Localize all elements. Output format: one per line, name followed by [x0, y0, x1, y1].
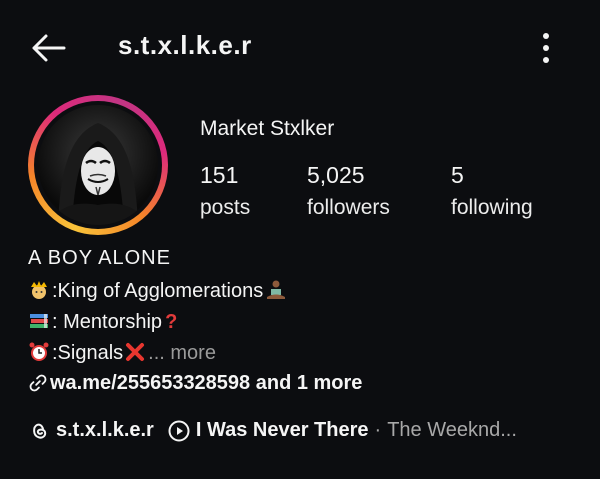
books-emoji-icon — [30, 314, 48, 328]
threads-icon[interactable] — [28, 420, 50, 442]
more-options-icon[interactable] — [532, 30, 560, 66]
posts-count[interactable]: 151 — [200, 162, 238, 189]
back-arrow-icon[interactable] — [28, 28, 68, 68]
link-icon — [29, 374, 47, 392]
hooded-mask-avatar-image — [48, 123, 148, 225]
bio-more-link[interactable]: ... more — [148, 342, 216, 364]
bio-line-signals-text: :Signals — [52, 342, 124, 364]
profile-display-name: Market Stxlker — [200, 117, 335, 140]
bio-line-mentorship: : Mentorship? — [28, 310, 177, 334]
song-artist[interactable]: The Weeknd... — [387, 419, 517, 442]
cross-mark-emoji-icon — [126, 343, 145, 361]
posts-label[interactable]: posts — [200, 196, 250, 220]
song-title[interactable]: I Was Never There — [196, 419, 369, 442]
followers-count[interactable]: 5,025 — [307, 162, 365, 189]
profile-footer-row: s.t.x.l.k.e.r I Was Never There · The We… — [28, 419, 517, 442]
threads-handle[interactable]: s.t.x.l.k.e.r — [56, 419, 154, 442]
bio-line-mentorship-text: : Mentorship — [52, 311, 163, 333]
meditation-emoji-icon — [267, 280, 286, 299]
following-count[interactable]: 5 — [451, 162, 464, 189]
profile-username-title: s.t.x.l.k.e.r — [118, 30, 252, 60]
bio-external-link[interactable]: wa.me/255653328598 and 1 more — [28, 372, 362, 395]
song-separator: · — [374, 419, 382, 441]
bio-line-king: :King of Agglomerations — [28, 279, 289, 303]
bio-line-signals: :Signals ... more — [28, 341, 216, 365]
following-label[interactable]: following — [451, 196, 533, 220]
alarm-clock-emoji-icon — [29, 342, 49, 361]
bio-line-king-text: :King of Agglomerations — [52, 280, 264, 302]
avatar — [38, 105, 158, 225]
bio-link-text[interactable]: wa.me/255653328598 and 1 more — [50, 372, 362, 394]
avatar-story-ring[interactable] — [28, 95, 168, 235]
play-icon[interactable] — [168, 420, 190, 442]
crown-emoji-icon — [31, 281, 47, 299]
question-mark-emoji-icon: ? — [165, 311, 178, 333]
followers-label[interactable]: followers — [307, 196, 390, 220]
bio-headline: A BOY ALONE — [28, 247, 171, 269]
